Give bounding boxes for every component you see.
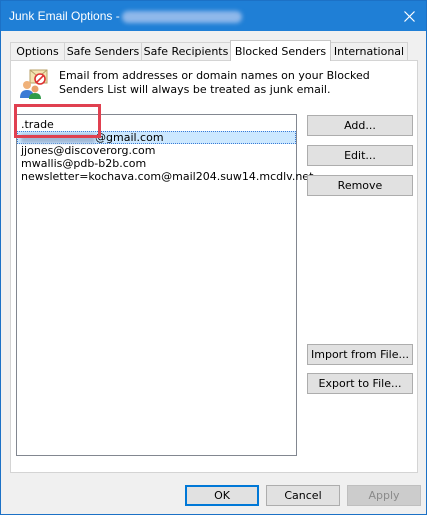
title-bar: Junk Email Options - [1,1,426,31]
blocked-senders-list[interactable]: .trade @gmail.com jjones@discoverorg.com… [16,114,313,456]
blocked-senders-panel: Email from addresses or domain names on … [10,60,418,473]
redacted-username [21,133,95,143]
button-label: Apply [368,489,400,502]
list-item-selected[interactable]: @gmail.com [17,131,296,144]
list-item[interactable]: .trade [17,118,296,131]
apply-button[interactable]: Apply [347,485,421,506]
button-label: Import from File... [311,348,409,361]
tab-safe-recipients[interactable]: Safe Recipients [141,42,231,60]
tab-label: Safe Senders [66,45,140,58]
tab-label: International [333,45,405,58]
import-from-file-button[interactable]: Import from File... [307,344,413,365]
tab-label: Options [16,45,59,58]
button-label: Export to File... [318,377,402,390]
export-to-file-button[interactable]: Export to File... [307,373,413,394]
tab-blocked-senders[interactable]: Blocked Senders [230,40,331,61]
button-label: Edit... [344,149,376,162]
junk-email-options-dialog: Junk Email Options - Options Safe Sender… [0,0,427,515]
list-item-text: jjones@discoverorg.com [21,144,156,157]
tab-label: Safe Recipients [143,45,229,58]
tab-label: Blocked Senders [234,44,327,58]
button-label: Remove [337,179,383,192]
redacted-account-name [122,11,242,23]
ok-button[interactable]: OK [185,485,259,506]
info-description: Email from addresses or domain names on … [59,69,370,96]
button-label: Cancel [284,489,322,502]
blocked-users-icon [20,69,48,99]
tab-safe-senders[interactable]: Safe Senders [64,42,142,60]
list-item[interactable]: newsletter=kochava.com@mail204.suw14.mcd… [17,170,313,183]
remove-button[interactable]: Remove [307,175,413,196]
tab-international[interactable]: International [330,42,408,60]
cancel-button[interactable]: Cancel [266,485,340,506]
list-item-text: .trade [21,118,54,131]
list-item[interactable]: jjones@discoverorg.com [17,144,296,157]
close-button[interactable] [392,1,426,31]
edit-button[interactable]: Edit... [307,145,413,166]
list-item-text: mwallis@pdb-b2b.com [21,157,147,170]
window-title: Junk Email Options - [9,9,120,23]
tab-strip: Options Safe Senders Safe Recipients Blo… [10,40,418,61]
button-label: OK [214,489,230,502]
add-button[interactable]: Add... [307,115,413,136]
button-label: Add... [344,119,376,132]
close-icon [403,10,415,22]
list-item[interactable]: mwallis@pdb-b2b.com [17,157,296,170]
tab-options[interactable]: Options [10,42,65,60]
list-item-text: @gmail.com [95,131,164,144]
list-item-text: newsletter=kochava.com@mail204.suw14.mcd… [21,170,314,183]
